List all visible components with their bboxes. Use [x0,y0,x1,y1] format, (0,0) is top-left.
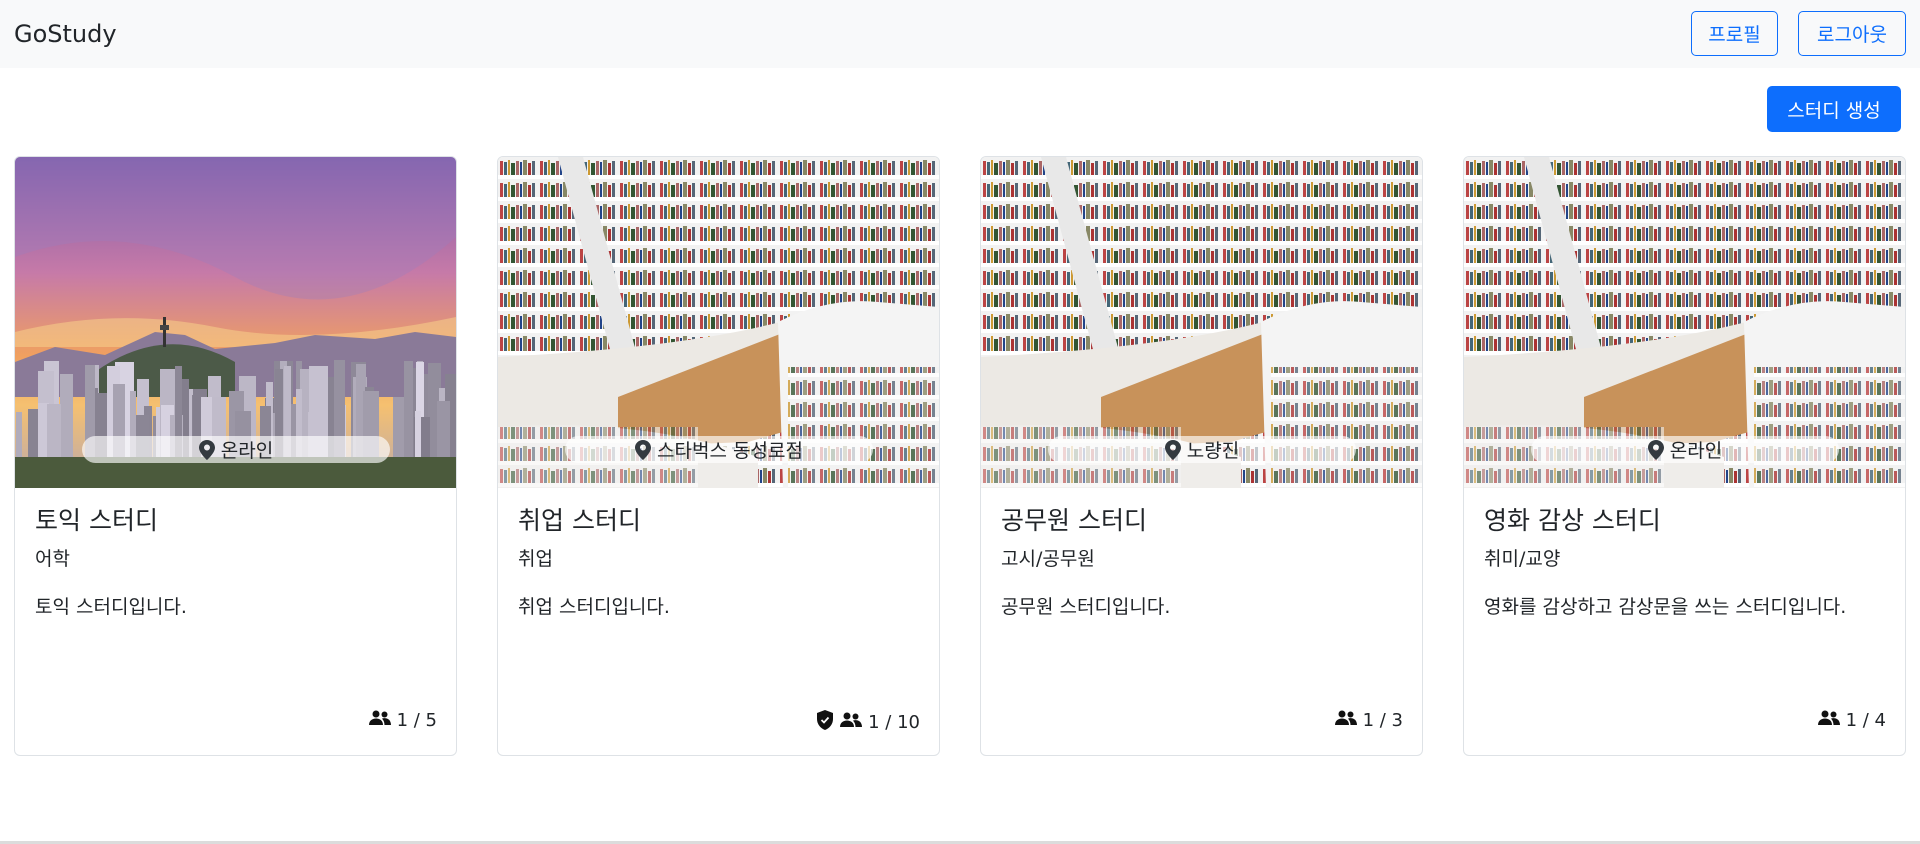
location-label: 온라인 [220,440,274,462]
people-icon [840,712,868,734]
study-description: 영화를 감상하고 감상문을 쓰는 스터디입니다. [1484,596,1847,618]
study-card[interactable]: 온라인 영화 감상 스터디 취미/교양 영화를 감상하고 감상문을 쓰는 스터디… [1463,156,1906,756]
logout-button[interactable]: 로그아웃 [1798,11,1906,56]
member-count: 1 / 10 [868,712,920,733]
study-category: 어학 [35,548,70,570]
location-pin-icon [1164,439,1181,460]
location-label: 온라인 [1669,440,1723,462]
study-card[interactable]: 스타벅스 동성로점 취업 스터디 취업 취업 스터디입니다. 1 / 10 [497,156,940,756]
study-title: 영화 감상 스터디 [1484,506,1661,535]
people-icon [368,710,397,732]
verified-shield-icon [816,710,840,736]
create-study-button[interactable]: 스터디 생성 [1767,86,1901,132]
study-footer: 1 / 5 [368,710,437,732]
profile-button[interactable]: 프로필 [1691,11,1778,56]
study-category: 취미/교양 [1484,548,1561,570]
location-badge: 온라인 [82,436,390,463]
study-title: 취업 스터디 [518,506,641,535]
study-description: 토익 스터디입니다. [35,596,187,618]
location-label: 스타벅스 동성로점 [657,440,803,462]
location-pin-icon [635,439,652,460]
study-card[interactable]: 노량진 공무원 스터디 고시/공무원 공무원 스터디입니다. 1 / 3 [980,156,1423,756]
location-badge: 스타벅스 동성로점 [565,436,873,463]
location-label: 노량진 [1186,440,1240,462]
study-title: 공무원 스터디 [1001,506,1147,535]
study-description: 공무원 스터디입니다. [1001,596,1171,618]
study-category: 고시/공무원 [1001,548,1095,570]
study-footer: 1 / 4 [1817,710,1886,732]
member-count: 1 / 4 [1845,710,1886,731]
navbar: GoStudy 프로필 로그아웃 [0,0,1920,68]
member-count: 1 / 5 [396,710,437,731]
study-category: 취업 [518,548,553,570]
location-badge: 온라인 [1531,436,1839,463]
member-count: 1 / 3 [1362,710,1403,731]
location-badge: 노량진 [1048,436,1356,463]
study-description: 취업 스터디입니다. [518,596,670,618]
people-icon [1817,710,1846,732]
brand-logo[interactable]: GoStudy [14,20,117,48]
location-pin-icon [1647,439,1664,460]
study-footer: 1 / 3 [1334,710,1403,732]
study-footer: 1 / 10 [816,710,920,736]
study-title: 토익 스터디 [35,506,158,535]
people-icon [1334,710,1363,732]
location-pin-icon [198,439,215,460]
study-card[interactable]: 온라인 토익 스터디 어학 토익 스터디입니다. 1 / 5 [14,156,457,756]
